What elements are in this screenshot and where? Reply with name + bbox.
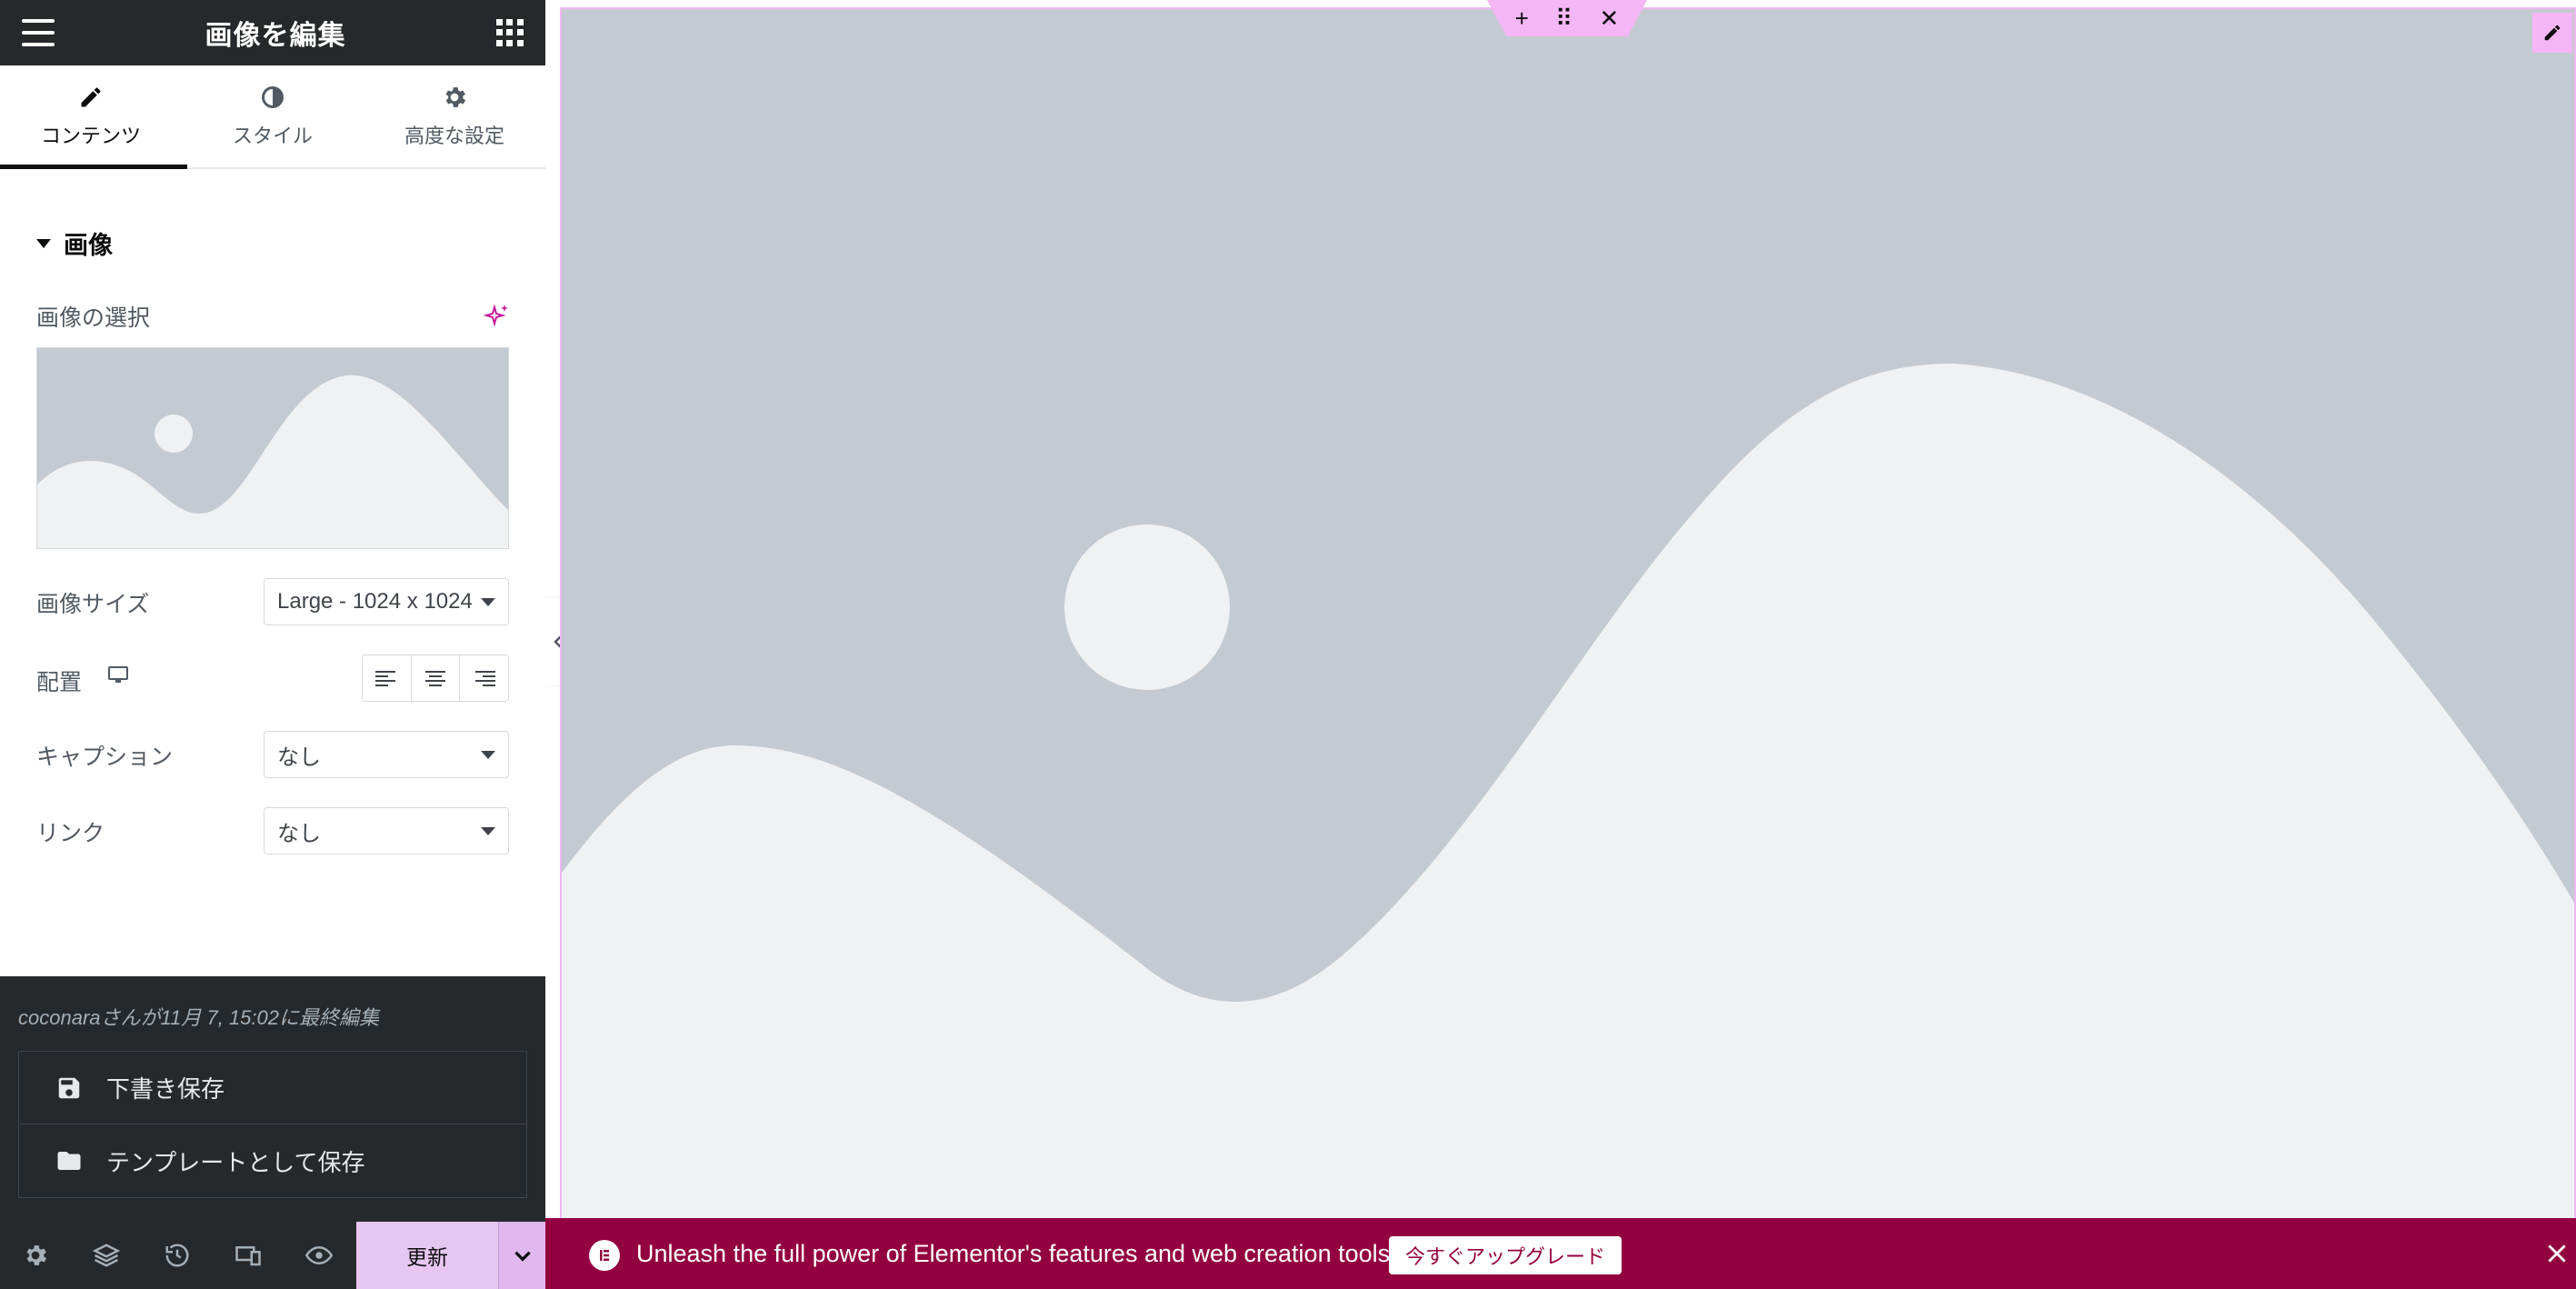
- ai-sparkle-icon[interactable]: [483, 302, 511, 329]
- chevron-down-icon: [514, 1251, 531, 1262]
- add-element-icon[interactable]: +: [1515, 5, 1529, 33]
- update-button[interactable]: 更新: [356, 1222, 498, 1289]
- placeholder-image: [562, 9, 2574, 1220]
- link-label: リンク: [36, 821, 105, 846]
- link-value: なし: [277, 821, 321, 846]
- preview-eye-icon[interactable]: [284, 1222, 354, 1289]
- link-select[interactable]: なし: [264, 807, 509, 854]
- panel-title: 画像を編集: [205, 21, 346, 51]
- caption-value: なし: [277, 744, 321, 770]
- layers-icon[interactable]: [71, 1222, 142, 1289]
- publish-drawer: coconaraさんが11月 7, 15:02に最終編集 下書き保存 テンプレー…: [0, 976, 545, 1222]
- save-draft-label: 下書き保存: [106, 1075, 225, 1103]
- tab-label: スタイル: [232, 125, 313, 147]
- delete-element-icon[interactable]: ✕: [1600, 5, 1620, 33]
- image-size-label: 画像サイズ: [36, 592, 150, 617]
- close-icon[interactable]: [2541, 1238, 2572, 1269]
- history-icon[interactable]: [142, 1222, 213, 1289]
- save-draft-button[interactable]: 下書き保存: [19, 1052, 526, 1124]
- last-edited-info: coconaraさんが11月 7, 15:02に最終編集: [18, 1006, 379, 1029]
- update-options-button[interactable]: [498, 1222, 545, 1289]
- tab-advanced[interactable]: 高度な設定: [364, 65, 545, 167]
- alignment-label: 配置: [36, 670, 83, 695]
- save-template-button[interactable]: テンプレートとして保存: [19, 1124, 526, 1197]
- widgets-grid-icon[interactable]: [496, 19, 524, 46]
- upgrade-promo-bar: Unleash the full power of Elementor's fe…: [545, 1218, 2576, 1289]
- pencil-icon: [77, 84, 105, 111]
- promo-message: Unleash the full power of Elementor's fe…: [636, 1240, 1397, 1267]
- edit-widget-pencil-icon[interactable]: [2532, 13, 2572, 53]
- panel-tabs: コンテンツ スタイル 高度な設定: [0, 65, 545, 169]
- floppy-disk-icon: [58, 1077, 80, 1098]
- upgrade-now-button[interactable]: 今すぐアップグレード: [1389, 1236, 1622, 1274]
- save-template-label: テンプレートとして保存: [106, 1148, 365, 1176]
- elementor-logo-icon: [589, 1240, 620, 1271]
- caption-label: キャプション: [36, 744, 174, 770]
- alignment-button-group: [362, 654, 509, 702]
- image-size-value: Large - 1024 x 1024: [277, 589, 473, 614]
- canvas-image-widget[interactable]: [560, 7, 2576, 1222]
- tab-style[interactable]: スタイル: [182, 65, 364, 167]
- settings-gear-icon[interactable]: [0, 1222, 71, 1289]
- section-image-toggle[interactable]: 画像: [36, 225, 113, 261]
- align-right-button[interactable]: [460, 655, 508, 701]
- upgrade-label: 今すぐアップグレード: [1404, 1245, 1605, 1268]
- dropdown-arrow-icon: [481, 750, 495, 759]
- editor-panel: 画像を編集 コンテンツ スタイル 高度な設定 画像 画像の選択 画像サイズ La…: [0, 0, 545, 1289]
- tab-label: コンテンツ: [40, 125, 141, 147]
- tab-content[interactable]: コンテンツ: [0, 65, 187, 169]
- responsive-mode-icon[interactable]: [213, 1222, 284, 1289]
- panel-header: 画像を編集: [0, 0, 545, 65]
- align-center-button[interactable]: [412, 655, 461, 701]
- caret-down-icon: [36, 238, 51, 248]
- tab-label: 高度な設定: [404, 125, 504, 147]
- menu-icon[interactable]: [22, 19, 55, 46]
- align-left-button[interactable]: [363, 655, 412, 701]
- image-preview-thumbnail[interactable]: [36, 347, 509, 549]
- contrast-icon: [259, 84, 286, 111]
- section-title: 画像: [64, 232, 113, 259]
- desktop-responsive-icon[interactable]: [107, 666, 129, 684]
- folder-icon: [57, 1152, 81, 1170]
- panel-footer: 更新: [0, 1222, 545, 1289]
- gear-icon: [441, 84, 468, 111]
- save-options: 下書き保存 テンプレートとして保存: [18, 1051, 527, 1198]
- dropdown-arrow-icon: [481, 826, 495, 835]
- caption-select[interactable]: なし: [264, 731, 509, 778]
- element-handle-toolbar: + ⠿ ✕: [1487, 0, 1647, 36]
- image-select-label: 画像の選択: [36, 305, 151, 331]
- dropdown-arrow-icon: [481, 597, 495, 606]
- drag-handle-icon[interactable]: ⠿: [1555, 5, 1573, 33]
- update-label: 更新: [406, 1245, 448, 1269]
- image-size-select[interactable]: Large - 1024 x 1024: [264, 578, 509, 625]
